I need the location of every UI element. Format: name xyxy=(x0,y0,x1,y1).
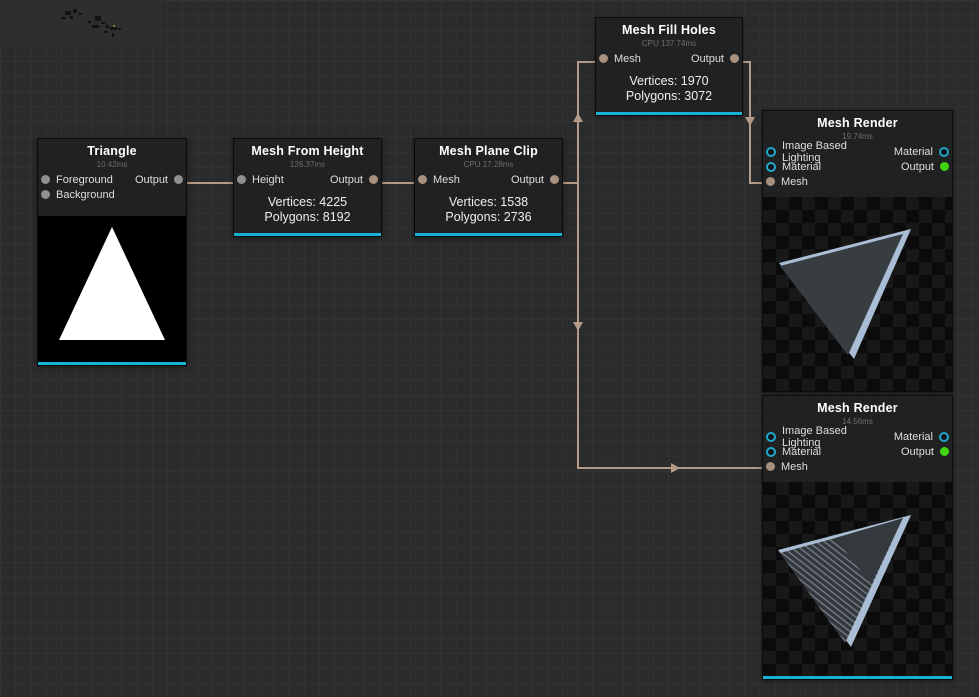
node-mesh-plane-clip[interactable]: Mesh Plane Clip CPU 17.28ms Mesh Output … xyxy=(414,138,563,237)
output-port[interactable] xyxy=(940,162,949,171)
node-title: Mesh Plane Clip xyxy=(439,144,538,158)
selection-underline xyxy=(596,112,742,115)
selection-underline xyxy=(415,233,562,236)
vertices-stat: Vertices: 4225 xyxy=(267,195,348,209)
input-port-mesh[interactable] xyxy=(599,54,608,63)
output-port-material[interactable] xyxy=(939,431,949,442)
port-label: Output xyxy=(329,173,363,186)
output-port[interactable] xyxy=(550,175,559,184)
triangle-preview-image xyxy=(38,216,186,362)
input-port-mesh[interactable] xyxy=(418,175,427,184)
output-port[interactable] xyxy=(369,175,378,184)
port-label: Mesh xyxy=(433,173,460,186)
input-port-material[interactable] xyxy=(766,446,776,457)
node-mesh-render-top[interactable]: Mesh Render 19.74ms Image Based Lighting… xyxy=(762,110,953,392)
port-label: Output xyxy=(690,52,724,65)
polygons-stat: Polygons: 8192 xyxy=(264,210,351,224)
node-triangle[interactable]: Triangle 10.42ms Foreground Output Backg… xyxy=(37,138,187,366)
port-label: Material xyxy=(893,145,933,158)
node-title: Mesh Render xyxy=(817,401,898,415)
node-mesh-from-height[interactable]: Mesh From Height 126.37ms Height Output … xyxy=(233,138,382,237)
node-mesh-render-bottom[interactable]: Mesh Render 14.56ms Image Based Lighting… xyxy=(762,395,953,680)
vertices-stat: Vertices: 1970 xyxy=(629,74,709,88)
node-title: Triangle xyxy=(87,144,137,158)
polygons-stat: Polygons: 3072 xyxy=(625,89,713,103)
input-port-image-based-lighting[interactable] xyxy=(766,431,776,442)
vertices-stat: Vertices: 1538 xyxy=(448,195,529,209)
port-label: Output xyxy=(510,173,544,186)
render-preview-image xyxy=(763,197,952,391)
port-label: Output xyxy=(900,160,934,173)
port-label: Material xyxy=(782,160,822,173)
node-graph-canvas[interactable]: Triangle 10.42ms Foreground Output Backg… xyxy=(0,0,979,697)
input-port-background[interactable] xyxy=(41,190,50,199)
input-port-mesh[interactable] xyxy=(766,177,775,186)
output-port[interactable] xyxy=(174,175,183,184)
graph-minimap[interactable] xyxy=(0,0,161,48)
port-label: Output xyxy=(134,173,168,186)
node-mesh-fill-holes[interactable]: Mesh Fill Holes CPU 137.74ms Mesh Output… xyxy=(595,17,743,116)
output-port[interactable] xyxy=(730,54,739,63)
polygons-stat: Polygons: 2736 xyxy=(445,210,532,224)
port-label: Height xyxy=(252,173,284,186)
port-label: Material xyxy=(893,430,933,443)
node-timing: CPU 17.28ms xyxy=(463,160,514,169)
input-port-mesh[interactable] xyxy=(766,462,775,471)
node-title: Mesh Render xyxy=(817,116,898,130)
selection-underline xyxy=(234,233,381,236)
render-preview-image xyxy=(763,482,952,676)
selection-underline xyxy=(38,362,186,365)
port-label: Material xyxy=(782,445,822,458)
port-label: Background xyxy=(56,188,115,201)
input-port-height[interactable] xyxy=(237,175,246,184)
port-label: Output xyxy=(900,445,934,458)
node-title: Mesh Fill Holes xyxy=(622,23,716,37)
input-port-material[interactable] xyxy=(766,161,776,172)
port-label: Foreground xyxy=(56,173,113,186)
output-port[interactable] xyxy=(940,447,949,456)
node-timing: 10.42ms xyxy=(96,160,128,169)
selection-underline xyxy=(763,676,952,679)
input-port-foreground[interactable] xyxy=(41,175,50,184)
port-label: Mesh xyxy=(614,52,641,65)
node-timing: 126.37ms xyxy=(289,160,326,169)
port-label: Mesh xyxy=(781,175,808,188)
node-title: Mesh From Height xyxy=(251,144,364,158)
node-timing: CPU 137.74ms xyxy=(641,39,697,48)
input-port-image-based-lighting[interactable] xyxy=(766,146,776,157)
port-label: Mesh xyxy=(781,460,808,473)
output-port-material[interactable] xyxy=(939,146,949,157)
